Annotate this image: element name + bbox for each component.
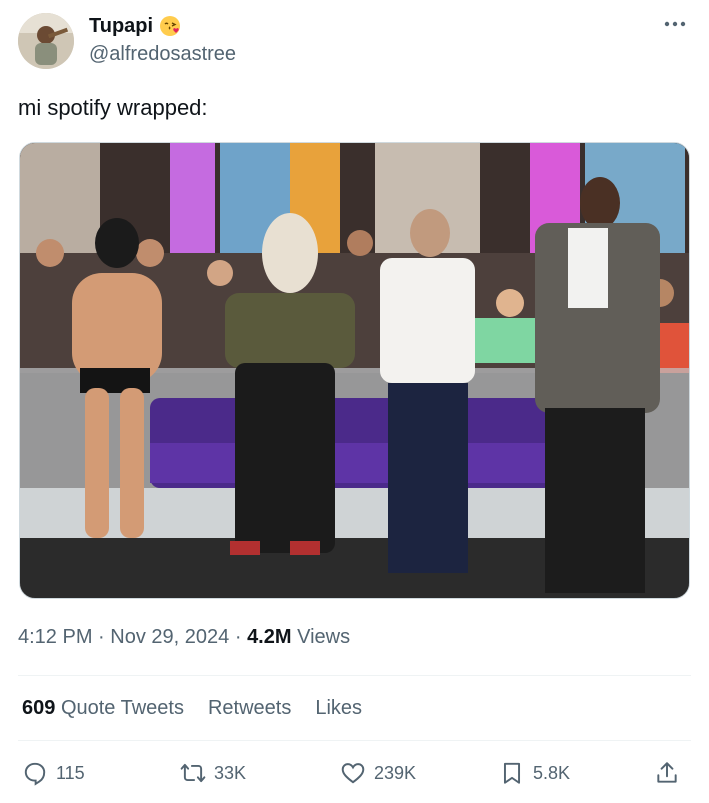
meta-separator: · [234,626,242,648]
retweet-icon [180,763,206,783]
reply-button[interactable]: 115 [22,760,85,786]
like-count: 239K [374,762,417,783]
tweet-time[interactable]: 4:12 PM [18,626,92,648]
views-label: Views [297,626,351,648]
avatar[interactable] [18,13,74,69]
meta-separator: · [98,626,105,648]
heart-icon [341,763,365,784]
bookmark-button[interactable]: 5.8K [499,760,570,786]
retweet-button[interactable]: 33K [180,760,246,786]
tweet-meta: 4:12 PM · Nov 29, 2024 · 4.2M Views [18,624,350,650]
quote-label: Quote Tweets [60,697,184,719]
divider [18,740,691,741]
bookmark-count: 5.8K [533,762,571,783]
quote-count: 609 [22,697,56,719]
reply-count: 115 [56,762,85,783]
tweet-media-image[interactable] [19,142,690,599]
retweet-count: 33K [214,762,247,783]
share-button[interactable] [654,760,680,786]
bookmark-icon [503,762,521,784]
tweet-actions: 115 33K 239K 5.8K [22,760,687,790]
divider [18,675,691,676]
kissing-face-emoji [159,15,181,37]
display-name[interactable]: Tupapi [89,14,153,38]
views-count: 4.2M [247,626,292,648]
like-button[interactable]: 239K [340,760,416,786]
retweets-link[interactable]: Retweets [208,695,291,721]
avatar-image [18,13,74,69]
user-handle[interactable]: @alfredosastree [89,42,236,66]
reply-icon [24,762,46,786]
likes-link[interactable]: Likes [315,695,362,721]
more-icon[interactable] [661,14,689,34]
share-icon [657,762,677,783]
tweet-date[interactable]: Nov 29, 2024 [110,626,229,648]
tweet-text: mi spotify wrapped: [18,95,208,120]
tweet-stats: 609 Quote Tweets Retweets Likes [22,695,386,721]
user-name-row: Tupapi [89,14,181,38]
quote-tweets-link[interactable]: 609 Quote Tweets [22,695,184,721]
